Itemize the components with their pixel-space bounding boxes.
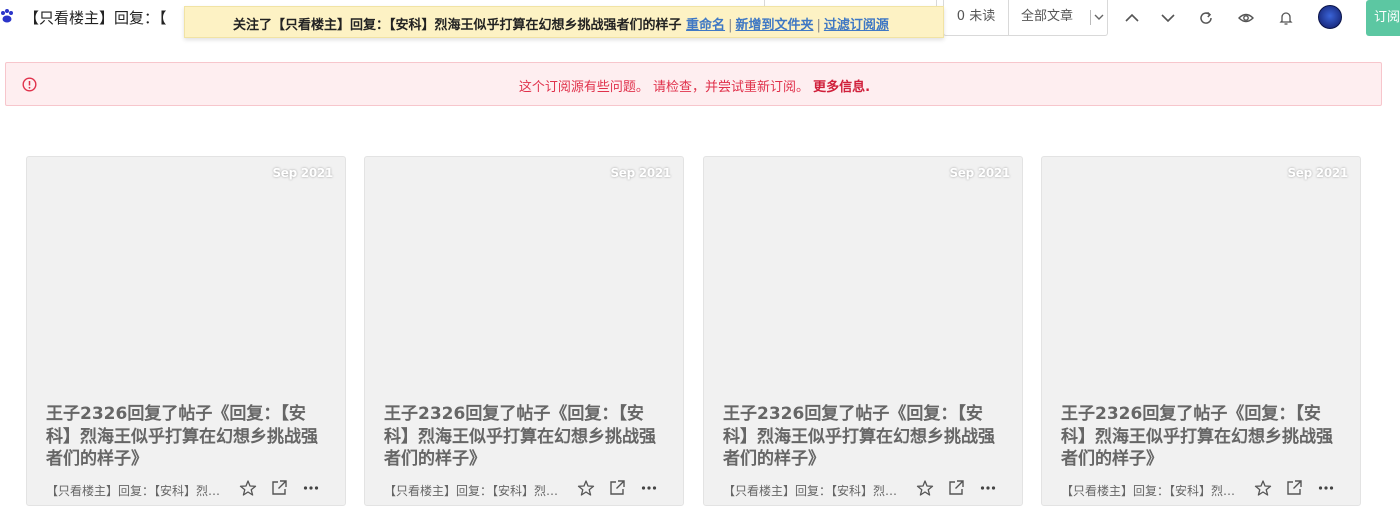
card-date: Sep 2021: [949, 166, 1010, 180]
card-title[interactable]: 王子2326回复了帖子《回复：【安科】烈海王似乎打算在幻想乡挑战强者们的样子》: [46, 403, 331, 471]
add-to-folder-link[interactable]: 新增到文件夹: [735, 18, 813, 33]
more-options-icon[interactable]: [640, 479, 658, 497]
open-external-icon[interactable]: [270, 479, 288, 497]
chevron-down-icon: [1094, 14, 1104, 20]
card-date: Sep 2021: [610, 166, 671, 180]
subscribe-button[interactable]: 订阅: [1366, 0, 1400, 36]
more-options-icon[interactable]: [302, 479, 320, 497]
card-title[interactable]: 王子2326回复了帖子《回复：【安科】烈海王似乎打算在幻想乡挑战强者们的样子》: [1061, 403, 1346, 471]
card-source: 【只看楼主】回复：【安科】烈海王似乎打算在幻想乡挑战强者们的样子: [46, 484, 226, 498]
toast-message: 关注了【只看楼主】回复：【安科】烈海王似乎打算在幻想乡挑战强者们的样子: [233, 18, 682, 33]
article-filter-value: 全部文章: [1021, 9, 1074, 24]
star-icon[interactable]: [577, 479, 595, 497]
error-message: 这个订阅源有些问题。 请检查，并尝试重新订阅。 更多信息.: [6, 76, 1383, 95]
select-divider: [1090, 10, 1091, 25]
card-title[interactable]: 王子2326回复了帖子《回复：【安科】烈海王似乎打算在幻想乡挑战强者们的样子》: [384, 403, 669, 471]
card-date: Sep 2021: [1287, 166, 1348, 180]
star-icon[interactable]: [1254, 479, 1272, 497]
arrow-down-icon[interactable]: [1159, 9, 1177, 27]
card-source: 【只看楼主】回复：【安科】烈海王似乎打算在幻想乡挑战强者们的样子: [723, 484, 903, 498]
user-avatar[interactable]: [1318, 5, 1342, 29]
eye-icon[interactable]: [1237, 9, 1255, 27]
feed-error-banner: 这个订阅源有些问题。 请检查，并尝试重新订阅。 更多信息.: [5, 62, 1382, 106]
card-date: Sep 2021: [272, 166, 333, 180]
feed-title: 【只看楼主】回复：【: [24, 9, 167, 27]
unread-filter-button[interactable]: 0 未读: [943, 0, 1009, 36]
feed-paw-icon: [1, 9, 13, 23]
more-options-icon[interactable]: [1317, 479, 1335, 497]
follow-toast: 关注了【只看楼主】回复：【安科】烈海王似乎打算在幻想乡挑战强者们的样子 重命名 |…: [184, 6, 944, 38]
article-card[interactable]: Sep 2021 王子2326回复了帖子《回复：【安科】烈海王似乎打算在幻想乡挑…: [703, 156, 1023, 506]
article-card[interactable]: Sep 2021 王子2326回复了帖子《回复：【安科】烈海王似乎打算在幻想乡挑…: [26, 156, 346, 506]
more-info-link[interactable]: 更多信息.: [813, 80, 870, 95]
card-source: 【只看楼主】回复：【安科】烈海王似乎打算在幻想乡挑战强者们的样子: [1061, 484, 1241, 498]
toast-separator: |: [816, 18, 821, 33]
open-external-icon[interactable]: [1285, 479, 1303, 497]
open-external-icon[interactable]: [947, 479, 965, 497]
article-filter-select[interactable]: 全部文章: [1008, 0, 1108, 36]
star-icon[interactable]: [239, 479, 257, 497]
filter-feed-link[interactable]: 过滤订阅源: [824, 18, 889, 33]
error-message-text: 这个订阅源有些问题。 请检查，并尝试重新订阅。: [518, 80, 810, 95]
card-title[interactable]: 王子2326回复了帖子《回复：【安科】烈海王似乎打算在幻想乡挑战强者们的样子》: [723, 403, 1008, 471]
toast-separator: |: [728, 18, 733, 33]
arrow-up-icon[interactable]: [1123, 9, 1141, 27]
bell-icon[interactable]: [1277, 9, 1295, 27]
article-card[interactable]: Sep 2021 王子2326回复了帖子《回复：【安科】烈海王似乎打算在幻想乡挑…: [1041, 156, 1361, 506]
article-card[interactable]: Sep 2021 王子2326回复了帖子《回复：【安科】烈海王似乎打算在幻想乡挑…: [364, 156, 684, 506]
card-source: 【只看楼主】回复：【安科】烈海王似乎打算在幻想乡挑战强者们的样子: [384, 484, 564, 498]
star-icon[interactable]: [916, 479, 934, 497]
rename-link[interactable]: 重命名: [686, 18, 725, 33]
refresh-icon[interactable]: [1197, 9, 1215, 27]
open-external-icon[interactable]: [608, 479, 626, 497]
more-options-icon[interactable]: [979, 479, 997, 497]
